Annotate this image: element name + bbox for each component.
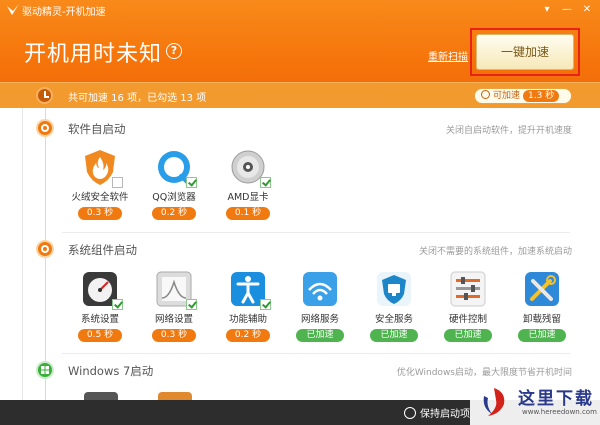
- item-checkbox[interactable]: [112, 299, 123, 310]
- partial-item-icon: [158, 392, 192, 400]
- pill-label: 可加速: [493, 91, 521, 101]
- watermark-text: 这里下载: [518, 389, 594, 409]
- network-chart-icon: [155, 270, 197, 310]
- startup-item[interactable]: AMD显卡 0.1 秒: [212, 148, 284, 220]
- item-time-badge: 0.2 秒: [152, 207, 196, 220]
- tools-icon: [523, 270, 561, 308]
- app-logo-icon: [7, 4, 19, 15]
- hardware-sliders-icon: [449, 270, 487, 308]
- item-accelerated-badge: 已加速: [296, 329, 344, 342]
- item-accelerated-badge: 已加速: [444, 329, 492, 342]
- system-component-section-icon: [36, 240, 54, 258]
- item-time-badge: 0.3 秒: [78, 207, 122, 220]
- qq-browser-icon: [155, 148, 197, 188]
- clock-icon: [36, 87, 53, 104]
- section-hint-system: 关闭不需要的系统组件，加速系统启动: [418, 247, 572, 257]
- item-checkbox[interactable]: [260, 177, 271, 188]
- startup-item[interactable]: 火绒安全软件 0.3 秒: [64, 148, 136, 220]
- item-time-badge: 0.3 秒: [152, 329, 196, 342]
- item-time-badge: 0.5 秒: [78, 329, 122, 342]
- gauge-icon: [81, 270, 123, 310]
- summary-bar: 共可加速 16 项，已勾选 13 项 可加速 1.3 秒: [0, 82, 600, 108]
- software-startup-section-icon: [36, 119, 54, 137]
- minimize-button[interactable]: —: [559, 2, 575, 18]
- startup-item[interactable]: 安全服务 已加速: [358, 270, 430, 342]
- item-checkbox[interactable]: [186, 177, 197, 188]
- startup-item[interactable]: QQ浏览器 0.2 秒: [138, 148, 210, 220]
- item-time-badge: 0.1 秒: [226, 207, 270, 220]
- item-label: 硬件控制: [448, 314, 487, 325]
- item-accelerated-badge: 已加速: [518, 329, 566, 342]
- section-title-system: 系统组件启动: [68, 243, 137, 257]
- security-shield-icon: [375, 270, 413, 308]
- watermark-url: www.hereedown.com: [522, 408, 597, 416]
- item-label: 系统设置: [80, 314, 119, 325]
- keep-startup-items-button[interactable]: 保持启动项: [404, 405, 470, 420]
- item-label: 卸载残留: [522, 314, 561, 325]
- timer-icon: [481, 90, 490, 99]
- item-time-badge: 0.2 秒: [226, 329, 270, 342]
- close-button[interactable]: ✕: [579, 2, 595, 18]
- partial-item-icon: [84, 392, 118, 400]
- startup-item[interactable]: 卸载残留 已加速: [506, 270, 578, 342]
- help-icon[interactable]: ?: [166, 43, 182, 59]
- pill-value: 1.3 秒: [523, 90, 560, 102]
- item-label: 网络设置: [154, 314, 193, 325]
- title-bar: 驱动精灵-开机加速 ▾ — ✕: [0, 0, 600, 20]
- windows-logo-icon: [36, 361, 54, 379]
- section-hint-windows: 优化Windows启动，最大限度节省开机时间: [396, 368, 572, 378]
- item-label: 网络服务: [300, 314, 339, 325]
- section-divider: [62, 232, 570, 233]
- item-checkbox[interactable]: [260, 299, 271, 310]
- item-label: 火绒安全软件: [71, 192, 129, 203]
- section-title-windows: Windows 7启动: [68, 364, 154, 378]
- startup-item[interactable]: 系统设置 0.5 秒: [64, 270, 136, 342]
- wifi-icon: [301, 270, 339, 308]
- item-label: AMD显卡: [227, 192, 269, 203]
- check-circle-icon: [404, 407, 416, 419]
- item-checkbox[interactable]: [186, 299, 197, 310]
- item-label: QQ浏览器: [152, 192, 196, 203]
- startup-item[interactable]: 功能辅助 0.2 秒: [212, 270, 284, 342]
- rescan-link[interactable]: 重新扫描: [428, 48, 468, 63]
- item-label: 功能辅助: [228, 314, 267, 325]
- startup-item[interactable]: 网络设置 0.3 秒: [138, 270, 210, 342]
- startup-item[interactable]: 网络服务 已加速: [284, 270, 356, 342]
- watermark-logo-icon: [483, 388, 505, 416]
- one-click-accelerate-button[interactable]: 一键加速: [476, 34, 574, 70]
- startup-item[interactable]: 硬件控制 已加速: [432, 270, 504, 342]
- shield-flame-icon: [81, 148, 123, 188]
- accelerate-time-pill: 可加速 1.3 秒: [474, 88, 572, 104]
- summary-text: 共可加速 16 项，已勾选 13 项: [68, 93, 207, 104]
- menu-dropdown-button[interactable]: ▾: [539, 2, 555, 18]
- footer-button-label: 保持启动项: [420, 409, 470, 420]
- window-title: 驱动精灵-开机加速: [22, 7, 106, 18]
- item-label: 安全服务: [374, 314, 413, 325]
- amd-disc-icon: [229, 148, 271, 188]
- item-checkbox[interactable]: [112, 177, 123, 188]
- section-title-software: 软件自启动: [68, 122, 126, 136]
- header: 驱动精灵-开机加速 ▾ — ✕ 开机用时未知 ? 重新扫描 一键加速 共可加速 …: [0, 0, 600, 108]
- section-hint-software: 关闭自启动软件，提升开机速度: [445, 126, 572, 136]
- page-title: 开机用时未知: [24, 42, 163, 67]
- section-divider: [62, 353, 570, 354]
- accessibility-icon: [229, 270, 271, 310]
- site-watermark: 这里下载 www.hereedown.com: [470, 378, 600, 425]
- item-accelerated-badge: 已加速: [370, 329, 418, 342]
